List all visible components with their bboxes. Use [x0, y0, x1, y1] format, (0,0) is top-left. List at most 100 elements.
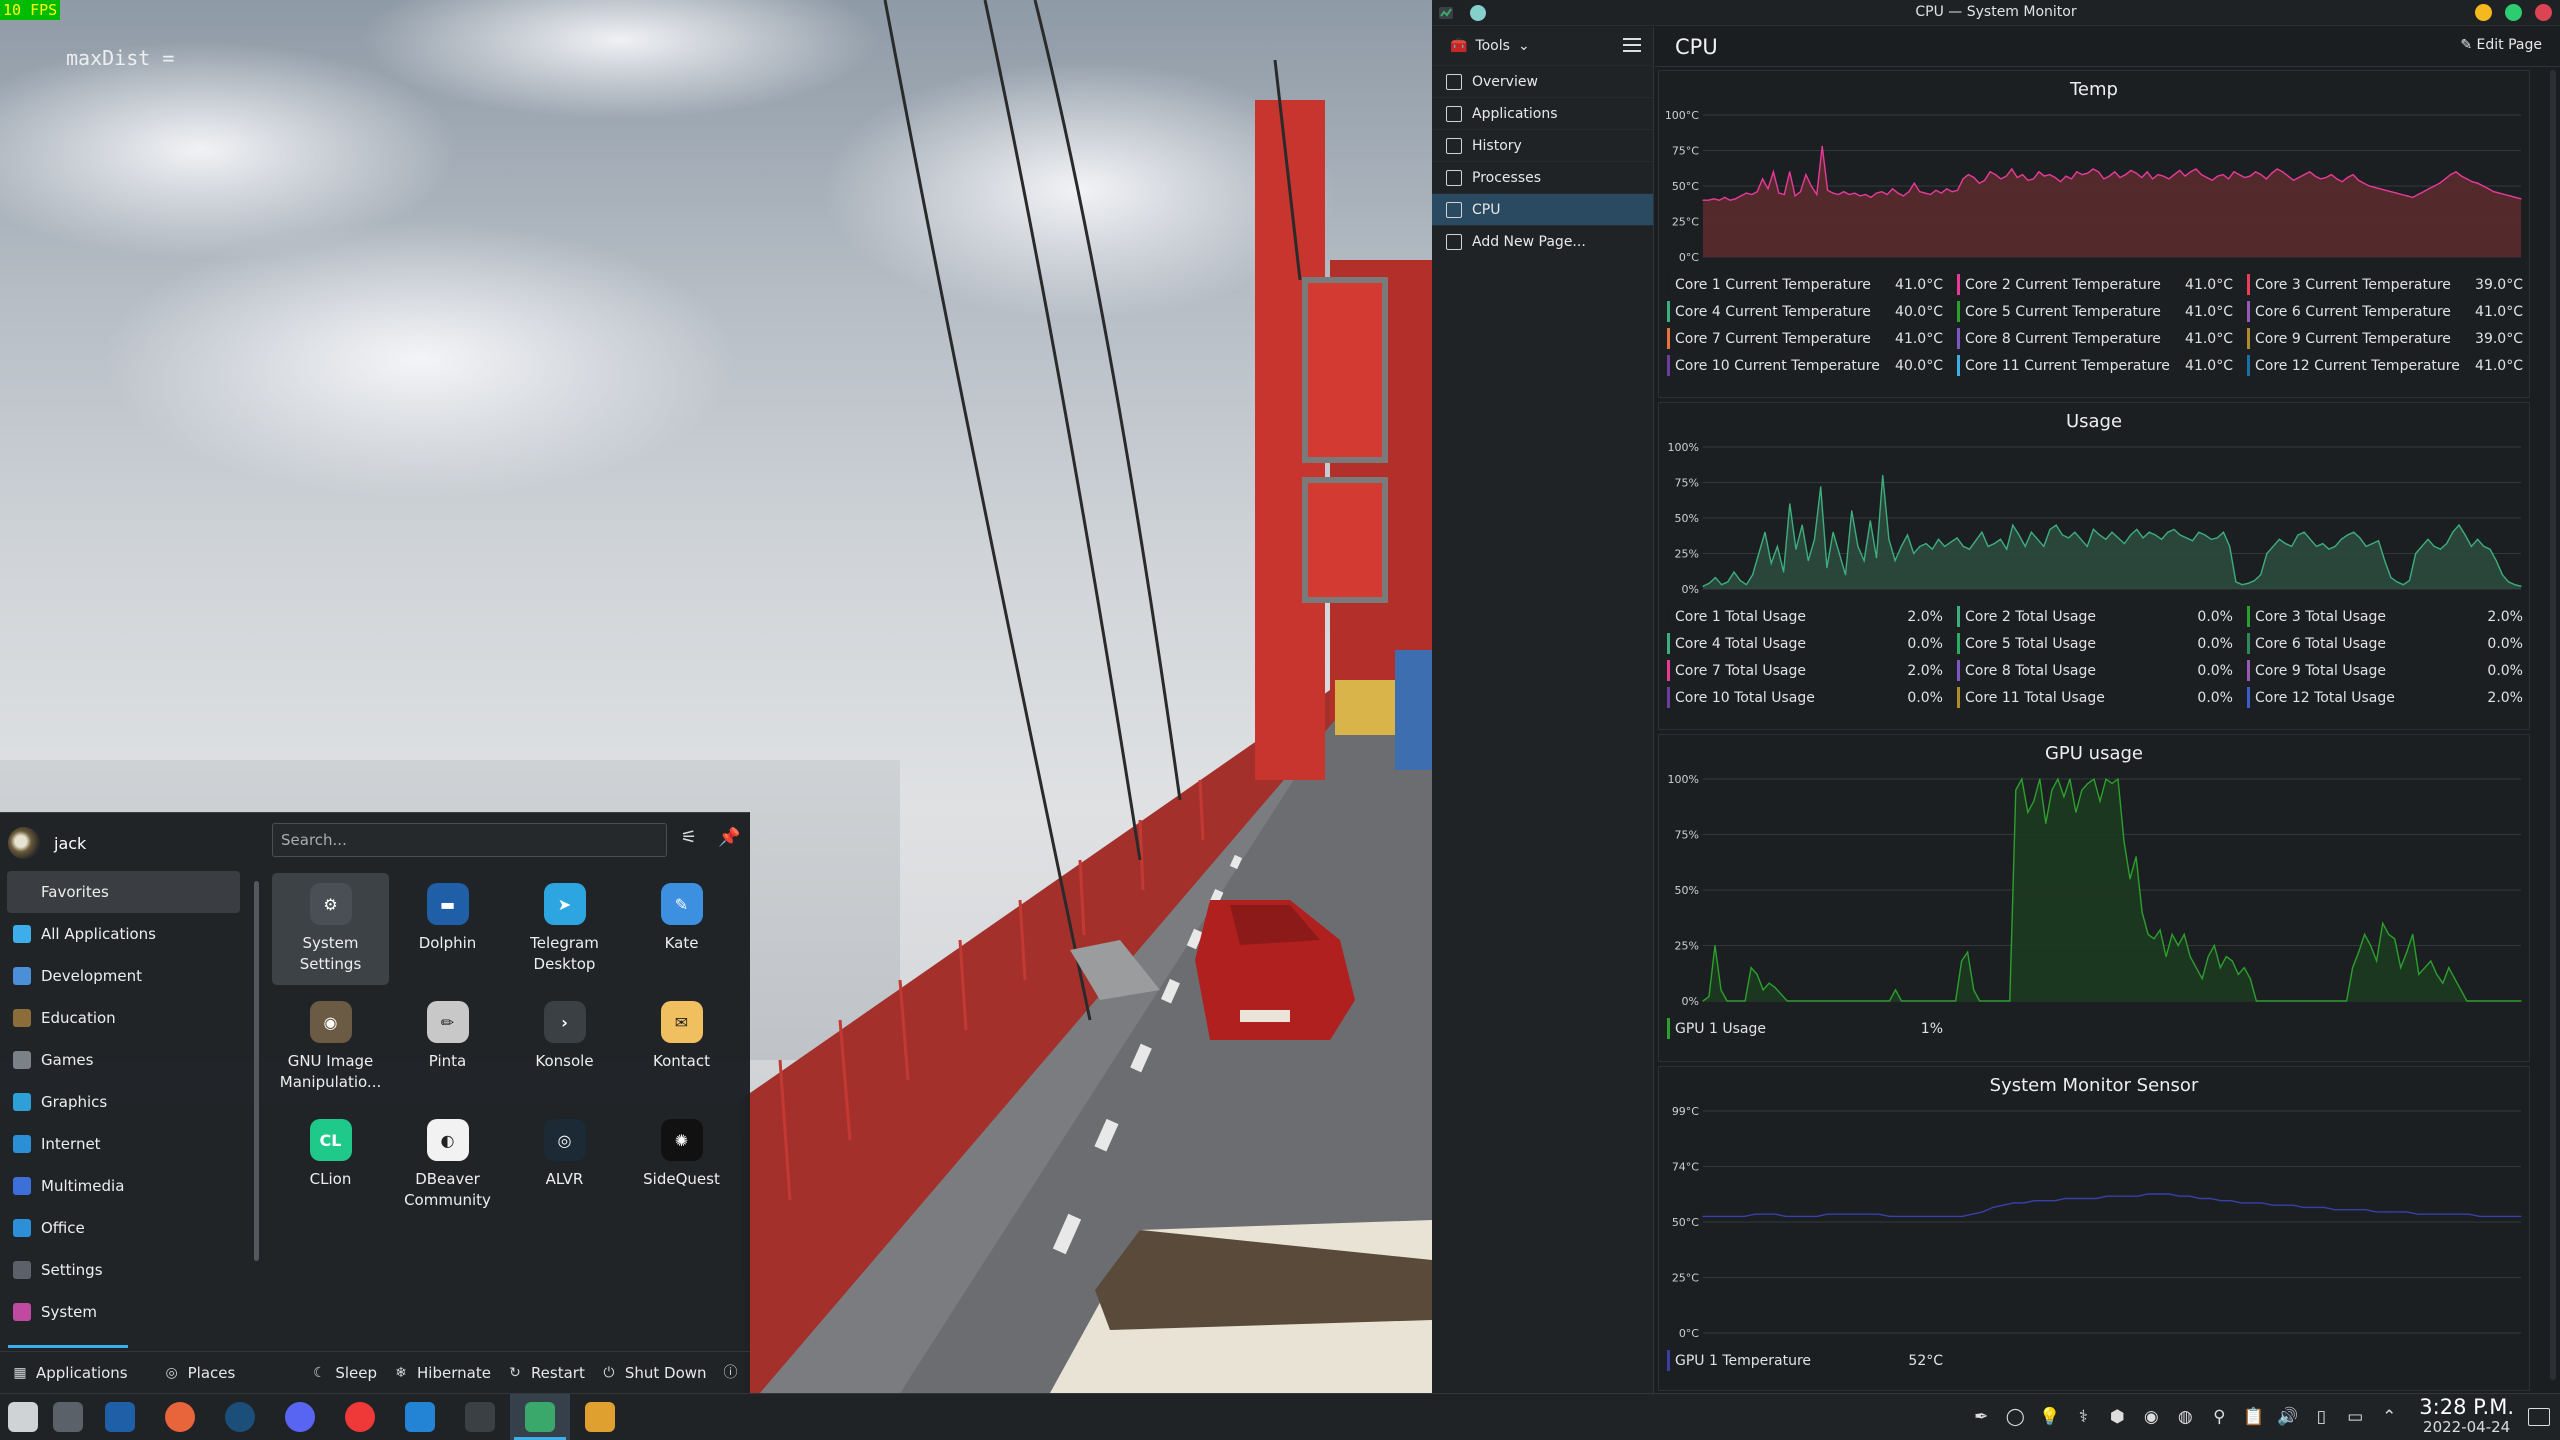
avatar[interactable]: [8, 827, 40, 859]
taskbar-item-10[interactable]: [570, 1394, 630, 1440]
display-icon[interactable]: ▭: [2345, 1407, 2365, 1427]
category-scrollbar[interactable]: [254, 881, 259, 1261]
pin-launcher-icon[interactable]: 📌: [718, 827, 740, 849]
data-point: [2123, 543, 2125, 545]
data-point: [1918, 1000, 1921, 1002]
minimize-button[interactable]: [2475, 4, 2492, 21]
data-point: [1886, 193, 1888, 196]
app-tile[interactable]: ➤ Telegram Desktop: [506, 873, 623, 985]
app-tile[interactable]: ✉ Kontact: [623, 991, 740, 1103]
category-3[interactable]: Education: [7, 997, 240, 1039]
app-tile[interactable]: CL CLion: [272, 1109, 389, 1221]
kde-connect-icon[interactable]: ⚕: [2073, 1407, 2093, 1427]
taskbar-item-7[interactable]: [390, 1394, 450, 1440]
app-tile[interactable]: ◐ DBeaver Community: [389, 1109, 506, 1221]
edit-page-button[interactable]: ✎ Edit Page: [2460, 37, 2542, 53]
legend-value: 39.0°C: [2475, 276, 2523, 293]
window-title: CPU — System Monitor: [1915, 4, 2077, 20]
taskbar-item-9[interactable]: [510, 1394, 570, 1440]
hibernate-button[interactable]: ❄ Hibernate: [385, 1364, 499, 1382]
taskbar-item-4[interactable]: [210, 1394, 270, 1440]
hamburger-menu-icon[interactable]: [1623, 37, 1641, 53]
maximize-button[interactable]: [2505, 4, 2522, 21]
app-tile[interactable]: ✏ Pinta: [389, 991, 506, 1103]
expand-icon[interactable]: ⌃: [2379, 1407, 2399, 1427]
taskbar-item-0[interactable]: [0, 1394, 45, 1440]
app-tile[interactable]: ◎ ALVR: [506, 1109, 623, 1221]
tab-places[interactable]: ◎ Places: [156, 1364, 244, 1382]
taskbar-item-1[interactable]: [45, 1394, 90, 1440]
sidebar-item-label: CPU: [1472, 201, 1501, 218]
steam-tray-icon[interactable]: ◍: [2175, 1407, 2195, 1427]
data-point: [2249, 175, 2251, 177]
data-point: [1962, 178, 1964, 180]
app-tile[interactable]: › Konsole: [506, 991, 623, 1103]
data-point: [1940, 1215, 1942, 1217]
window-titlebar[interactable]: CPU — System Monitor: [1432, 0, 2560, 26]
category-10[interactable]: System: [7, 1291, 240, 1333]
taskbar-item-2[interactable]: [90, 1394, 150, 1440]
app-tile[interactable]: ⚙ System Settings: [272, 873, 389, 985]
legend-entry: Core 2 Current Temperature 41.0°C: [1957, 271, 2233, 298]
restart-button[interactable]: ↻ Restart: [499, 1364, 593, 1382]
volume-icon[interactable]: 🔊: [2277, 1407, 2298, 1427]
close-button[interactable]: [2535, 4, 2552, 21]
sidebar-item-0[interactable]: Overview: [1432, 65, 1653, 97]
pen-icon[interactable]: ✒: [1971, 1407, 1991, 1427]
data-point: [2470, 545, 2472, 547]
legend-entry: Core 6 Current Temperature 41.0°C: [2247, 298, 2523, 325]
category-7[interactable]: Multimedia: [7, 1165, 240, 1207]
category-0[interactable]: Favorites: [7, 871, 240, 913]
battery-icon[interactable]: ▯: [2311, 1407, 2331, 1427]
taskbar-item-5[interactable]: [270, 1394, 330, 1440]
configure-icon[interactable]: ⚟: [678, 827, 700, 849]
data-point: [2220, 1200, 2222, 1202]
clipboard-icon[interactable]: 📋: [2243, 1407, 2264, 1427]
category-9[interactable]: Settings: [7, 1249, 240, 1291]
app-tile[interactable]: ◉ GNU Image Manipulatio...: [272, 991, 389, 1103]
more-options-button[interactable]: ⓘ: [715, 1365, 747, 1381]
app-tray-icon[interactable]: ⬢: [2107, 1407, 2127, 1427]
circle-icon[interactable]: ◯: [2005, 1407, 2025, 1427]
app-tile[interactable]: ▬ Dolphin: [389, 873, 506, 985]
shutdown-button[interactable]: ⏻ Shut Down: [593, 1364, 715, 1382]
data-point: [2070, 178, 2072, 180]
digital-clock[interactable]: 3:28 P.M. 2022-04-24: [2419, 1397, 2514, 1437]
category-5[interactable]: Graphics: [7, 1081, 240, 1123]
data-point: [1805, 174, 1807, 176]
tab-applications[interactable]: ▦ Applications: [0, 1364, 136, 1382]
category-4[interactable]: Games: [7, 1039, 240, 1081]
category-1[interactable]: All Applications: [7, 913, 240, 955]
show-desktop-icon[interactable]: [2528, 1408, 2550, 1426]
page-scrollbar[interactable]: [2550, 70, 2556, 1380]
data-point: [2059, 181, 2062, 183]
sidebar-item-3[interactable]: Processes: [1432, 161, 1653, 193]
data-point: [1804, 1000, 1806, 1002]
category-2[interactable]: Development: [7, 955, 240, 997]
sleep-button[interactable]: ☾ Sleep: [303, 1364, 385, 1382]
app-tile[interactable]: ✎ Kate: [623, 873, 740, 985]
sidebar-item-1[interactable]: Applications: [1432, 97, 1653, 129]
cpu-icon: [1446, 201, 1462, 218]
data-point: [2417, 193, 2419, 196]
sidebar-item-4[interactable]: CPU: [1432, 193, 1653, 225]
search-input[interactable]: [272, 823, 667, 857]
app-tile[interactable]: ✺ SideQuest: [623, 1109, 740, 1221]
tools-menu[interactable]: 🧰 Tools ⌄: [1432, 27, 1653, 65]
category-6[interactable]: Internet: [7, 1123, 240, 1165]
taskbar-item-3[interactable]: [150, 1394, 210, 1440]
sidebar-item-5[interactable]: Add New Page...: [1432, 225, 1653, 257]
obs-icon[interactable]: ◉: [2141, 1407, 2161, 1427]
data-point: [2495, 560, 2497, 562]
category-8[interactable]: Office: [7, 1207, 240, 1249]
data-point: [2225, 956, 2227, 958]
taskbar-item-8[interactable]: [450, 1394, 510, 1440]
data-point: [1778, 192, 1780, 194]
data-point: [2477, 538, 2479, 540]
taskbar-item-6[interactable]: [330, 1394, 390, 1440]
sidebar-item-2[interactable]: History: [1432, 129, 1653, 161]
lightbulb-icon[interactable]: 💡: [2039, 1407, 2060, 1427]
system-monitor-window[interactable]: CPU — System Monitor 🧰 Tools ⌄ Overview A…: [1432, 0, 2560, 1393]
data-point: [1789, 171, 1791, 173]
network-icon[interactable]: ⚲: [2209, 1407, 2229, 1427]
